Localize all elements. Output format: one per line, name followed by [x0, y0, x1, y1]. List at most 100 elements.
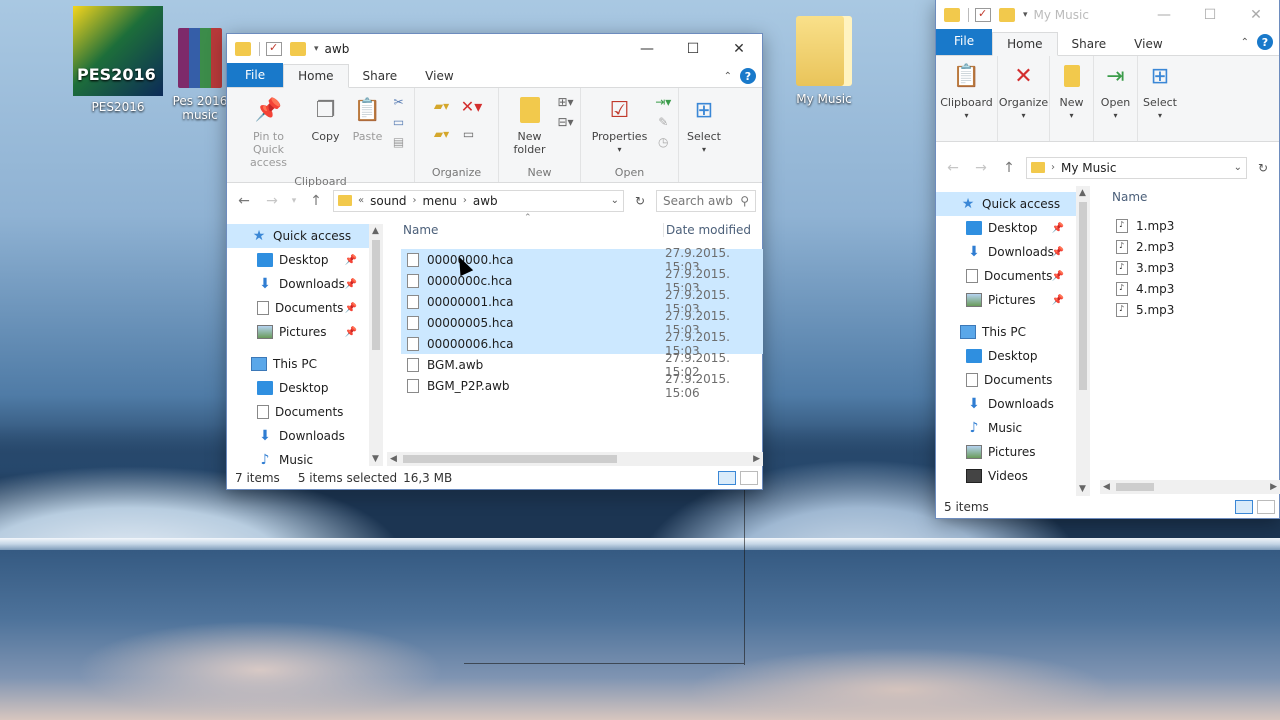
tab-share[interactable]: Share: [1058, 33, 1121, 55]
help-icon[interactable]: ?: [1257, 34, 1273, 50]
address-bar[interactable]: › My Music ⌄: [1026, 156, 1247, 179]
nav-pane-scrollbar[interactable]: ▲ ▼: [1076, 186, 1090, 496]
minimize-button[interactable]: —: [1141, 0, 1187, 30]
nav-item-desktop[interactable]: Desktop: [227, 376, 369, 400]
title-bar[interactable]: ▾ awb — ☐ ✕: [227, 34, 762, 64]
tab-file[interactable]: File: [936, 29, 993, 55]
customize-toolbar-chevron-icon[interactable]: ▾: [1023, 10, 1028, 20]
close-button[interactable]: ✕: [716, 34, 762, 64]
easy-access-icon[interactable]: ⊟▾: [557, 114, 575, 130]
address-dropdown-chevron-icon[interactable]: ⌄: [1234, 162, 1242, 173]
nav-item-music[interactable]: ♪ Music: [936, 416, 1076, 440]
details-view-icon[interactable]: [718, 471, 736, 485]
file-row[interactable]: 4.mp3: [1110, 278, 1260, 299]
nav-item-videos[interactable]: Videos: [936, 464, 1076, 488]
close-button[interactable]: ✕: [1233, 0, 1279, 30]
nav-item-documents[interactable]: Documents: [227, 400, 369, 424]
address-bar[interactable]: « sound › menu › awb ⌄: [333, 189, 624, 212]
nav-item-quick-access[interactable]: ★ Quick access: [936, 192, 1076, 216]
large-icons-view-icon[interactable]: [1257, 500, 1275, 514]
collapse-ribbon-chevron-icon[interactable]: ⌃: [1241, 37, 1249, 48]
tab-view[interactable]: View: [411, 65, 467, 87]
nav-item-pictures[interactable]: Pictures: [936, 440, 1076, 464]
nav-item-downloads[interactable]: ⬇ Downloads: [227, 424, 369, 448]
scroll-down-arrow-icon[interactable]: ▼: [1079, 484, 1086, 494]
breadcrumb-chevron-icon[interactable]: ›: [1051, 162, 1055, 173]
new-folder-button[interactable]: New folder: [505, 92, 555, 158]
nav-item-downloads[interactable]: ⬇ Downloads 📌: [227, 272, 369, 296]
nav-item-music[interactable]: ♪ Music: [227, 448, 369, 466]
breadcrumb-awb[interactable]: awb: [473, 194, 498, 208]
file-row[interactable]: 5.mp3: [1110, 299, 1260, 320]
customize-toolbar-chevron-icon[interactable]: ▾: [314, 44, 319, 54]
scrollbar-thumb[interactable]: [403, 455, 617, 463]
back-arrow-icon[interactable]: ←: [233, 193, 255, 209]
ribbon-button-organize[interactable]: ✕ Organize ▾: [998, 56, 1050, 141]
scroll-left-arrow-icon[interactable]: ◀: [1103, 482, 1110, 492]
scroll-left-arrow-icon[interactable]: ◀: [390, 454, 397, 464]
nav-item-downloads[interactable]: ⬇ Downloads: [936, 392, 1076, 416]
file-row[interactable]: 3.mp3: [1110, 257, 1260, 278]
delete-icon[interactable]: ✕▾: [460, 97, 484, 116]
desktop-icon-pes2016[interactable]: PES2016 PES2016: [70, 6, 166, 114]
address-dropdown-chevron-icon[interactable]: ⌄: [611, 195, 619, 206]
select-button[interactable]: ⊞ Select ▾: [682, 92, 726, 158]
nav-item-this-pc[interactable]: This PC: [227, 352, 369, 376]
forward-arrow-icon[interactable]: →: [261, 193, 283, 209]
minimize-button[interactable]: —: [624, 34, 670, 64]
file-row[interactable]: 2.mp3: [1110, 236, 1260, 257]
tab-file[interactable]: File: [227, 63, 284, 87]
large-icons-view-icon[interactable]: [740, 471, 758, 485]
search-input[interactable]: Search awb ⚲: [656, 189, 756, 212]
nav-item-this-pc[interactable]: This PC: [936, 320, 1076, 344]
up-arrow-icon[interactable]: ↑: [998, 160, 1020, 176]
scroll-up-arrow-icon[interactable]: ▲: [372, 226, 379, 236]
pin-to-quick-access-button[interactable]: 📌 Pin to Quick access: [234, 92, 304, 171]
overflow-chevron-icon[interactable]: «: [358, 195, 364, 206]
nav-item-downloads[interactable]: ⬇ Downloads 📌: [936, 240, 1076, 264]
scroll-up-arrow-icon[interactable]: ▲: [1079, 188, 1086, 198]
ribbon-button-clipboard[interactable]: 📋 Clipboard ▾: [936, 56, 998, 141]
file-list-horizontal-scrollbar[interactable]: ◀ ▶: [1100, 480, 1280, 494]
scrollbar-thumb[interactable]: [372, 240, 380, 350]
copy-button[interactable]: ❐ Copy: [306, 92, 346, 145]
edit-icon[interactable]: ✎: [654, 114, 672, 130]
history-icon[interactable]: ◷: [654, 134, 672, 150]
nav-item-pictures[interactable]: Pictures 📌: [936, 288, 1076, 312]
copy-to-icon[interactable]: ▰▾: [430, 126, 454, 142]
move-to-icon[interactable]: ▰▾: [430, 98, 454, 114]
nav-item-quick-access[interactable]: ★ Quick access: [227, 224, 369, 248]
refresh-icon[interactable]: ↻: [1253, 161, 1273, 175]
open-icon[interactable]: ⇥▾: [654, 94, 672, 110]
pin-icon[interactable]: 📌: [1052, 271, 1064, 282]
tab-share[interactable]: Share: [349, 65, 412, 87]
properties-quick-icon[interactable]: [975, 7, 991, 22]
scroll-right-arrow-icon[interactable]: ▶: [1270, 482, 1277, 492]
recent-locations-chevron-icon[interactable]: ▾: [289, 196, 299, 206]
column-header-date-modified[interactable]: Date modified: [663, 223, 751, 237]
up-arrow-icon[interactable]: ↑: [305, 193, 327, 209]
scrollbar-thumb[interactable]: [1079, 202, 1087, 390]
pin-icon[interactable]: 📌: [345, 279, 357, 290]
column-header-name[interactable]: Name: [403, 223, 438, 237]
nav-item-desktop[interactable]: Desktop 📌: [936, 216, 1076, 240]
nav-pane-scrollbar[interactable]: ▲ ▼: [369, 224, 383, 466]
pin-icon[interactable]: 📌: [345, 303, 357, 314]
cut-icon[interactable]: ✂: [390, 94, 408, 110]
new-folder-quick-icon[interactable]: [999, 8, 1015, 22]
tab-home[interactable]: Home: [283, 64, 349, 88]
details-view-icon[interactable]: [1235, 500, 1253, 514]
scroll-down-arrow-icon[interactable]: ▼: [372, 454, 379, 464]
scrollbar-thumb[interactable]: [1116, 483, 1154, 491]
scroll-right-arrow-icon[interactable]: ▶: [753, 454, 760, 464]
breadcrumb-chevron-icon[interactable]: ›: [463, 195, 467, 206]
breadcrumb-sound[interactable]: sound: [370, 194, 406, 208]
pin-icon[interactable]: 📌: [345, 327, 357, 338]
refresh-icon[interactable]: ↻: [630, 194, 650, 208]
nav-item-pictures[interactable]: Pictures 📌: [227, 320, 369, 344]
paste-shortcut-icon[interactable]: ▤: [390, 134, 408, 150]
paste-button[interactable]: 📋 Paste: [348, 92, 388, 145]
new-item-icon[interactable]: ⊞▾: [557, 94, 575, 110]
forward-arrow-icon[interactable]: →: [970, 160, 992, 176]
maximize-button[interactable]: ☐: [1187, 0, 1233, 30]
